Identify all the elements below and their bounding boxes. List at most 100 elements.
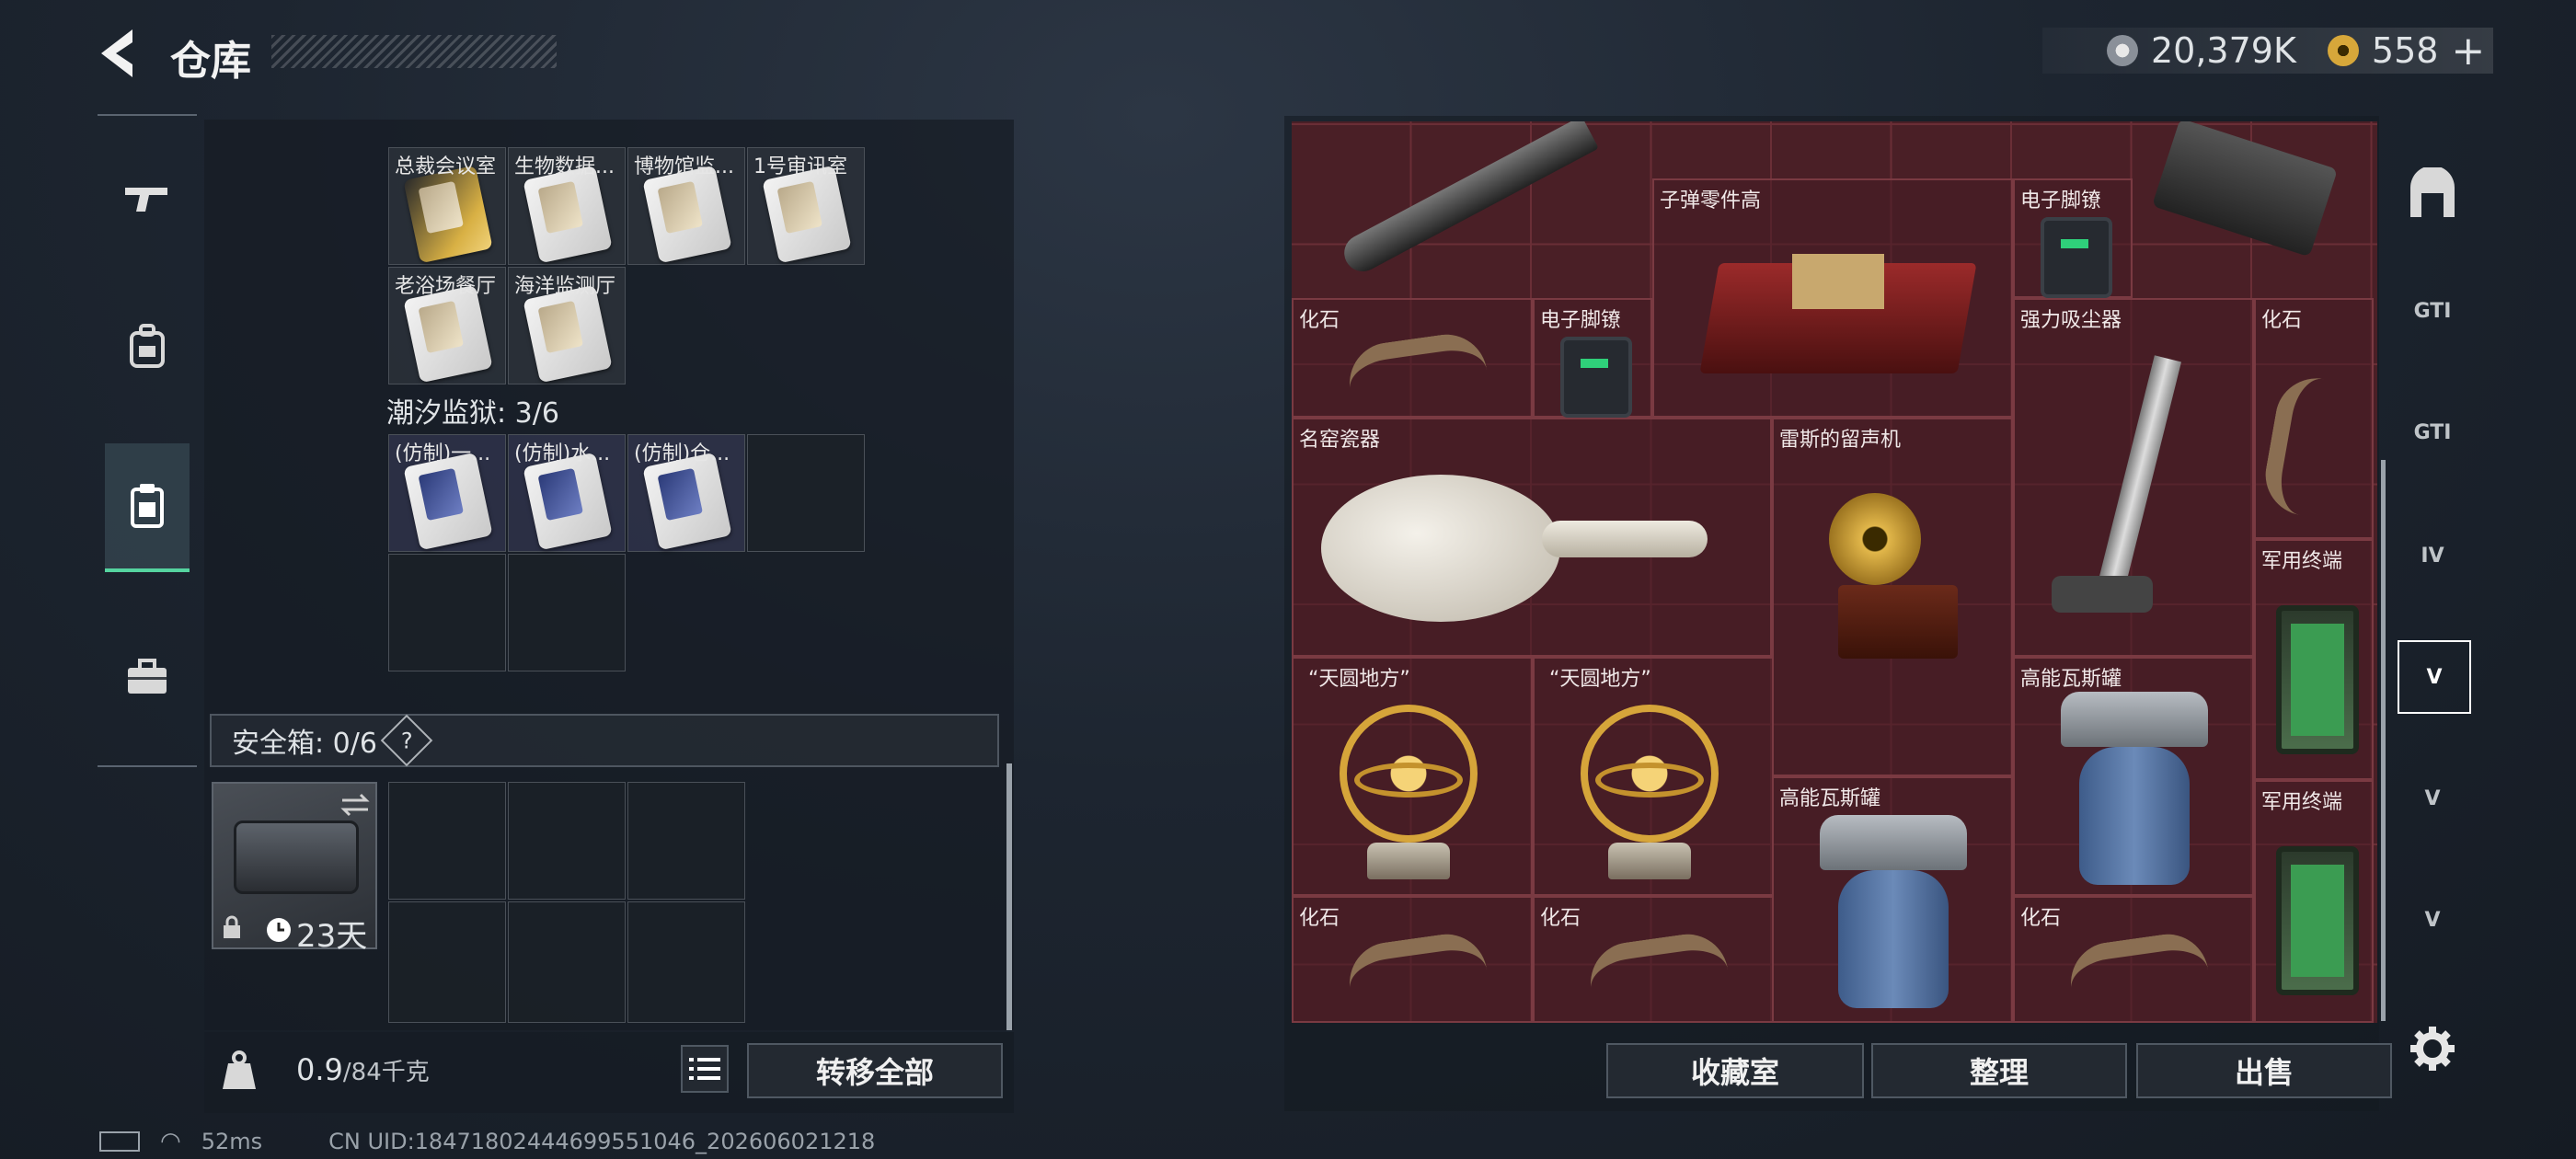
keycard-slot[interactable]: 博物馆监... xyxy=(627,147,745,265)
stash-item[interactable]: 化石 xyxy=(2254,298,2374,539)
keycard-slot[interactable]: (仿制)一... xyxy=(388,434,506,552)
empty-slot[interactable] xyxy=(388,554,506,671)
stash-item[interactable]: 军用终端 xyxy=(2254,539,2374,780)
uid-readout: CN UID:18471802444699551046_202606021218 xyxy=(328,1129,876,1154)
tab-stash-1[interactable]: GTI xyxy=(2398,276,2467,346)
battery-icon xyxy=(99,1131,140,1152)
sell-button[interactable]: 出售 xyxy=(2136,1043,2392,1098)
empty-slot[interactable] xyxy=(508,782,626,900)
fossil-image xyxy=(1585,928,1732,1020)
tab-label: GTI xyxy=(2413,420,2452,444)
ankle-monitor-image xyxy=(2041,217,2112,298)
stash-item[interactable]: 军用终端 xyxy=(2254,780,2374,1023)
item-label: 化石 xyxy=(2020,907,2062,930)
empty-slot[interactable] xyxy=(627,901,745,1023)
left-nav xyxy=(98,114,197,767)
stash-item[interactable]: 高能瓦斯罐 xyxy=(2013,657,2254,896)
transfer-all-button[interactable]: 转移全部 xyxy=(747,1043,1003,1098)
keycard-slot[interactable]: 总裁会议室 xyxy=(388,147,506,265)
keycard-slot[interactable]: (仿制)仓... xyxy=(627,434,745,552)
keycard-icon xyxy=(762,165,852,264)
empty-slot[interactable] xyxy=(388,782,506,900)
military-terminal-image xyxy=(2276,605,2359,754)
military-terminal-image xyxy=(2276,846,2359,995)
keycard-label: 1号审讯室 xyxy=(753,155,847,178)
organize-button[interactable]: 整理 xyxy=(1871,1043,2127,1098)
safe-box-header: 安全箱: 0/6 ? xyxy=(210,714,999,767)
scrollbar[interactable] xyxy=(1006,763,1012,1030)
stash-item[interactable]: 电子脚镣 xyxy=(2013,178,2133,298)
status-bar: ◠ 52ms CN UID:18471802444699551046_20260… xyxy=(99,1128,875,1155)
vacuum-image xyxy=(2096,355,2182,594)
weight-max: /84千克 xyxy=(342,1059,430,1086)
empty-slot[interactable] xyxy=(747,434,865,552)
tab-stash-4[interactable]: V xyxy=(2398,640,2471,714)
supply-crate-item[interactable] xyxy=(2133,121,2374,298)
item-label: 高能瓦斯罐 xyxy=(1779,787,1881,810)
tab-main-stash[interactable] xyxy=(2398,158,2467,228)
title-decoration xyxy=(271,35,557,68)
tab-stash-3[interactable]: IV xyxy=(2398,521,2467,591)
nav-stash[interactable] xyxy=(105,443,190,572)
stash-item[interactable]: 高能瓦斯罐 xyxy=(1772,776,2013,1023)
tab-stash-2[interactable]: GTI xyxy=(2398,397,2467,467)
keycard-slot[interactable]: 1号审讯室 xyxy=(747,147,865,265)
tab-label: V xyxy=(2424,908,2441,932)
nav-weapons[interactable] xyxy=(105,134,190,263)
porcelain-vase-image xyxy=(1321,475,1560,622)
empty-slot[interactable] xyxy=(627,782,745,900)
stash-item[interactable]: 化石 xyxy=(1533,896,1774,1023)
keycard-label: 博物馆监... xyxy=(634,155,734,178)
coin-icon xyxy=(2107,35,2138,66)
swap-icon[interactable] xyxy=(339,791,372,819)
item-label: 名窑瓷器 xyxy=(1299,429,1381,452)
back-button[interactable] xyxy=(92,24,147,83)
stash-item[interactable]: 强力吸尘器 xyxy=(2013,298,2254,657)
sphere-stand-image xyxy=(1367,843,1450,879)
collection-room-button[interactable]: 收藏室 xyxy=(1606,1043,1864,1098)
stash-item[interactable]: 雷斯的留声机 xyxy=(1772,418,2013,776)
list-view-button[interactable] xyxy=(681,1045,729,1093)
stash-item[interactable]: 子弹零件高 xyxy=(1652,178,2013,418)
stash-item[interactable]: “天圆地方” xyxy=(1533,657,1774,896)
keycard-slot[interactable]: 老浴场餐厅 xyxy=(388,267,506,384)
weight-icon xyxy=(223,1050,256,1089)
stash-item[interactable]: “天圆地方” xyxy=(1292,657,1533,896)
stash-item[interactable]: 化石 xyxy=(1292,896,1533,1023)
safe-box-label: 安全箱: 0/6 xyxy=(232,728,377,760)
lock-icon xyxy=(224,915,240,938)
safe-box-item[interactable]: 23天 xyxy=(212,782,377,955)
vacuum-head-image xyxy=(2052,576,2153,613)
stash-item[interactable]: 化石 xyxy=(1292,298,1533,420)
keycard-label: 老浴场餐厅 xyxy=(395,275,497,298)
missile-item[interactable] xyxy=(1292,121,1652,279)
keycard-slot[interactable]: 海洋监测厅 xyxy=(508,267,626,384)
tab-stash-6[interactable]: V xyxy=(2398,885,2467,955)
wifi-icon: ◠ xyxy=(160,1128,181,1155)
item-label: 雷斯的留声机 xyxy=(1779,429,1902,452)
nav-backpack[interactable] xyxy=(105,281,190,410)
keycard-icon xyxy=(403,452,493,551)
empty-slot[interactable] xyxy=(508,554,626,671)
crate-box-image xyxy=(1792,254,1884,309)
stash-item[interactable]: 化石 xyxy=(2013,896,2254,1023)
keycard-slot[interactable]: 生物数据... xyxy=(508,147,626,265)
empty-slot[interactable] xyxy=(508,901,626,1023)
help-button[interactable]: ? xyxy=(380,714,433,767)
item-label: 电子脚镣 xyxy=(2020,189,2102,212)
item-label: 化石 xyxy=(1299,907,1340,930)
stash-item[interactable]: 电子脚镣 xyxy=(1533,298,1652,418)
keycard-icon xyxy=(523,284,613,384)
tab-stash-5[interactable]: V xyxy=(2398,763,2467,833)
settings-button[interactable] xyxy=(2398,1014,2467,1084)
stash-scrollbar[interactable] xyxy=(2381,460,2386,1021)
stash-item[interactable]: 名窑瓷器 xyxy=(1292,418,1772,657)
empty-slot[interactable] xyxy=(388,901,506,1023)
backpack-icon xyxy=(130,324,165,368)
safe-box-image xyxy=(234,820,359,894)
keycard-slot[interactable]: (仿制)水... xyxy=(508,434,626,552)
supply-crate-image xyxy=(2151,121,2339,258)
nav-toolbox[interactable] xyxy=(105,613,190,741)
stash-grid: 子弹零件高 电子脚镣 化石 电子脚镣 强力吸尘器 化石 名窑瓷器 雷斯的留声机 xyxy=(1292,121,2377,1023)
add-currency-button[interactable]: + xyxy=(2451,28,2485,75)
